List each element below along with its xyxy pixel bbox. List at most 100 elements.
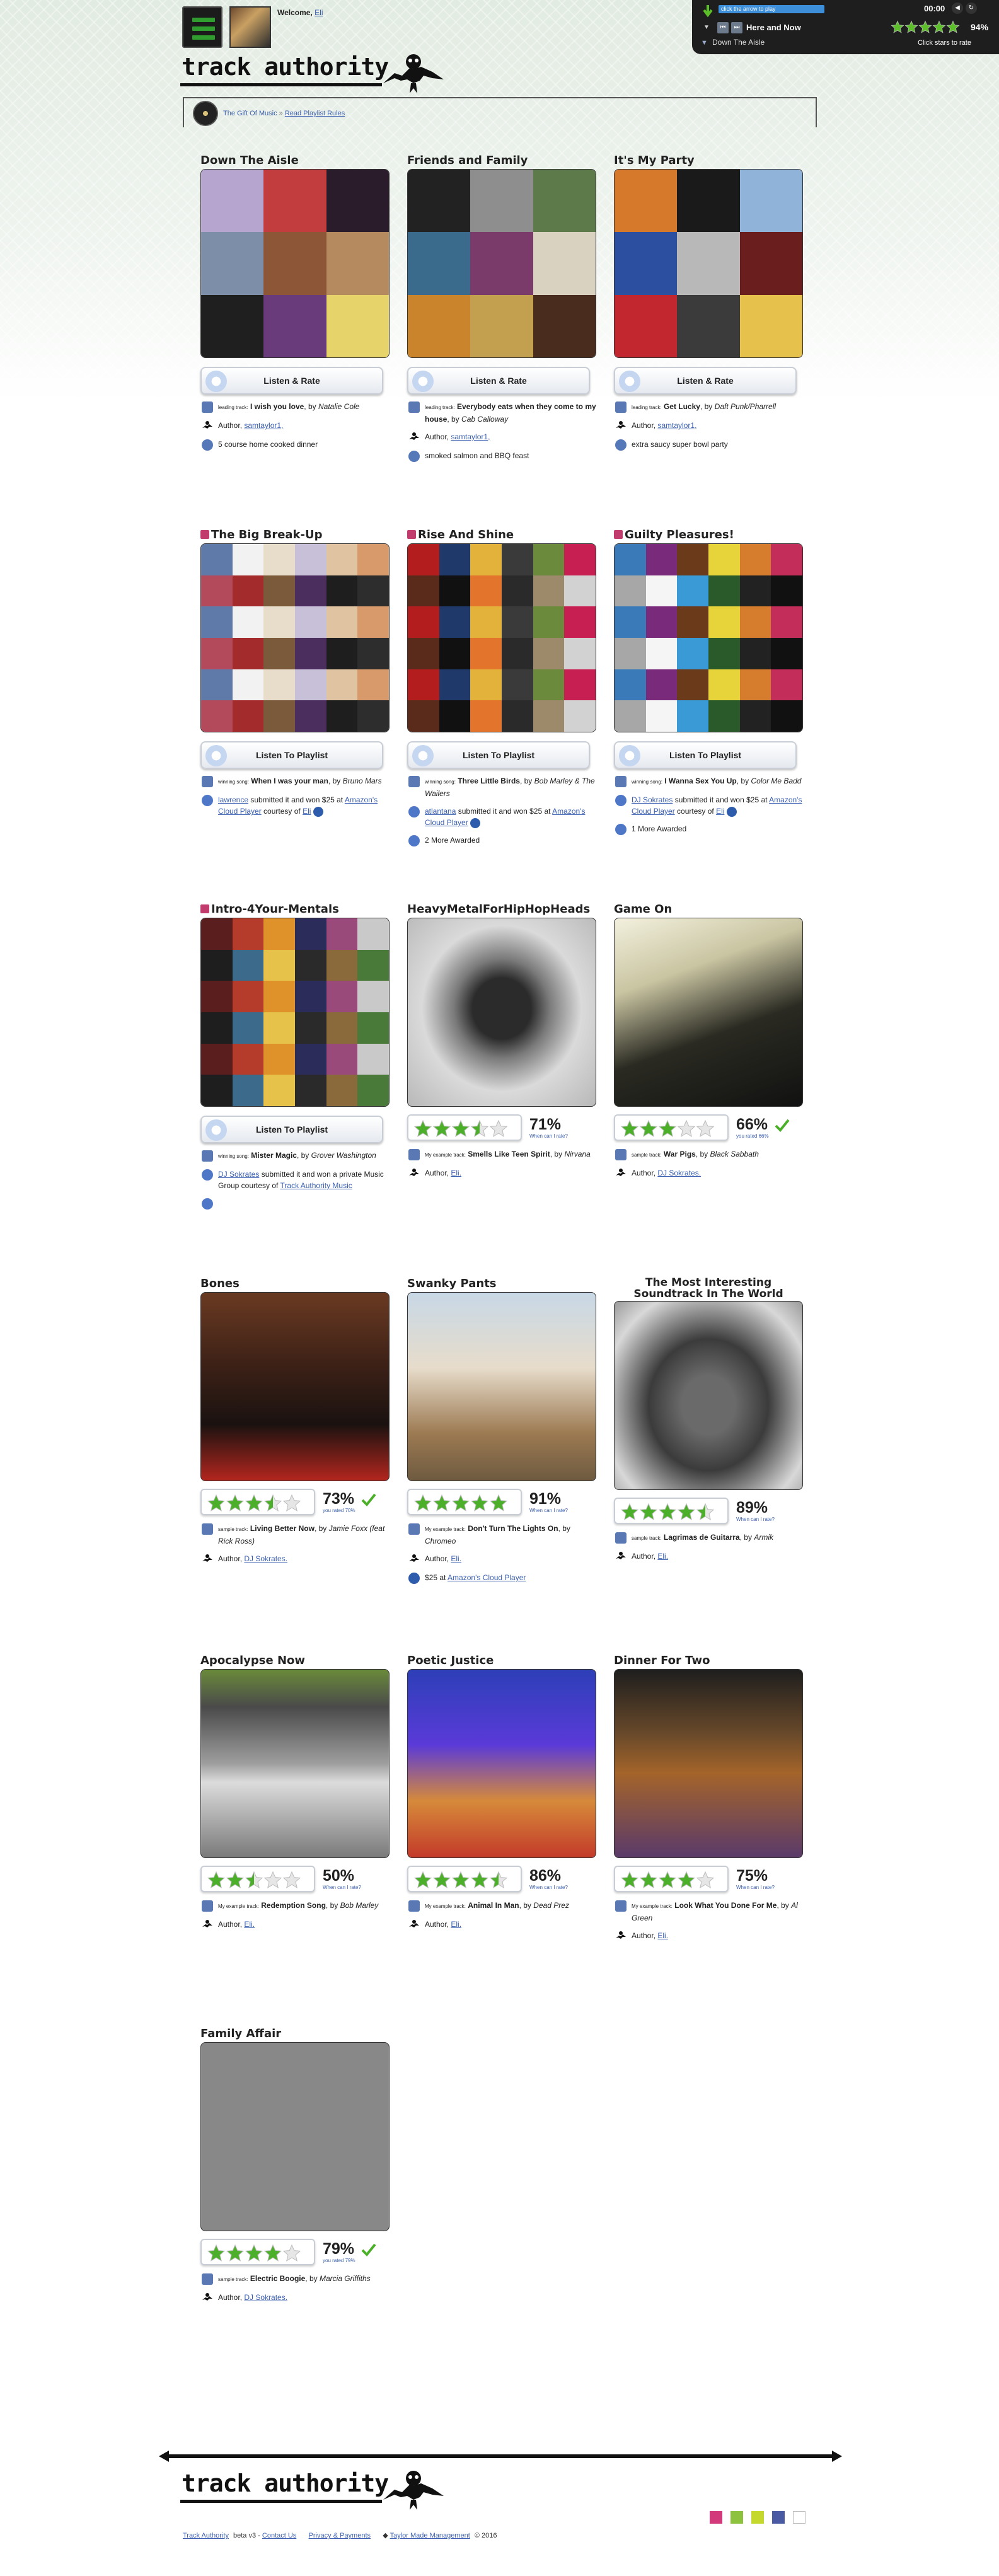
rating-star-3[interactable] [451,1494,470,1512]
sponsor-link[interactable]: Eli [716,807,724,816]
playlist-title[interactable]: Swanky Pants [407,1277,596,1292]
rating-star-1[interactable] [207,1871,226,1889]
logo[interactable]: track authority [180,50,445,95]
listen-button[interactable]: Listen To Playlist [200,1116,383,1143]
playlist-cover[interactable] [407,1669,596,1858]
player-rating-stars[interactable] [891,20,960,34]
rating-star-3[interactable] [658,1871,677,1889]
rating-star-1[interactable] [413,1494,432,1512]
playlist-cover[interactable] [200,1669,390,1858]
rating-star-3[interactable] [658,1503,677,1521]
rating-star-1[interactable] [207,1494,226,1512]
theme-swatch-2[interactable] [730,2511,743,2524]
player-star-5[interactable] [946,20,960,33]
playlist-title[interactable]: Guilty Pleasures! [614,528,803,543]
rating-subtext[interactable]: When can I rate? [529,1885,568,1890]
listen-button[interactable]: Listen To Playlist [200,741,383,769]
rating-star-2[interactable] [226,2244,245,2262]
rating-star-5[interactable] [696,1871,715,1889]
rating-subtext[interactable]: When can I rate? [736,1885,775,1890]
expand-icon[interactable]: ▼ [701,39,708,47]
user-link[interactable]: Eli [315,8,323,17]
rating-star-2[interactable] [639,1119,658,1138]
theme-swatch-3[interactable] [751,2511,764,2524]
menu-button[interactable] [182,6,222,48]
playlist-cover[interactable] [407,1292,596,1481]
playlist-cover[interactable] [200,2042,390,2231]
theme-swatch-4[interactable] [772,2511,785,2524]
listen-button[interactable]: Listen To Playlist [614,741,797,769]
rating-star-4[interactable] [677,1119,696,1138]
rating-star-4[interactable] [263,1871,282,1889]
winner-link[interactable]: DJ Sokrates [218,1170,259,1179]
privacy-link[interactable]: Privacy & Payments [309,2532,371,2539]
author-link[interactable]: DJ Sokrates. [244,2293,287,2302]
playlist-cover[interactable] [614,543,803,732]
rating-star-2[interactable] [432,1119,451,1138]
rating-star-5[interactable] [282,1871,301,1889]
rating-star-2[interactable] [432,1494,451,1512]
theme-swatch-5[interactable] [793,2511,806,2524]
listen-button[interactable]: Listen & Rate [614,367,797,395]
breadcrumb-home[interactable]: The Gift Of Music [223,110,277,117]
playlist-title[interactable]: Family Affair [200,2027,390,2042]
rating-star-5[interactable] [696,1503,715,1521]
rating-star-2[interactable] [639,1871,658,1889]
listen-button[interactable]: Listen & Rate [200,367,383,395]
rating-star-4[interactable] [263,1494,282,1512]
rating-star-4[interactable] [470,1871,489,1889]
playlist-rules-link[interactable]: Read Playlist Rules [285,110,345,117]
winner-link[interactable]: atlantana [425,807,456,816]
author-link[interactable]: samtaylor1, [451,432,490,441]
author-link[interactable]: DJ Sokrates. [657,1169,701,1177]
player-star-2[interactable] [904,20,918,33]
playlist-cover[interactable] [200,543,390,732]
avatar[interactable] [229,6,271,48]
theme-swatch-1[interactable] [710,2511,722,2524]
listen-button[interactable]: Listen & Rate [407,367,590,395]
rating-star-5[interactable] [489,1494,508,1512]
author-link[interactable]: samtaylor1, [244,421,283,430]
maker-link[interactable]: Taylor Made Management [390,2532,470,2539]
playlist-cover[interactable] [407,918,596,1107]
author-link[interactable]: Eli. [451,1554,461,1563]
rating-star-1[interactable] [413,1871,432,1889]
play-arrow-icon[interactable] [701,4,715,18]
playlist-title[interactable]: It's My Party [614,154,803,169]
winner-link[interactable]: DJ Sokrates [632,795,673,804]
rating-star-3[interactable] [451,1119,470,1138]
playlist-title[interactable]: Intro-4Your-Mentals [200,903,390,918]
down-arrow-icon[interactable]: ▼ [701,22,712,33]
footer-logo[interactable]: track authority [180,2467,445,2511]
rating-star-3[interactable] [245,1871,263,1889]
playlist-title[interactable]: HeavyMetalForHipHopHeads [407,903,596,918]
repeat-icon[interactable]: ↻ [966,3,977,14]
rating-subtext[interactable]: you rated 70% [323,1508,355,1513]
playlist-title[interactable]: The Most Interesting Soundtrack In The W… [614,1277,803,1301]
playlist-cover[interactable] [407,169,596,358]
author-link[interactable]: Eli. [657,1931,668,1940]
playlist-cover[interactable] [614,918,803,1107]
rating-star-3[interactable] [658,1119,677,1138]
rating-star-3[interactable] [245,2244,263,2262]
playlist-cover[interactable] [614,1669,803,1858]
author-link[interactable]: Eli. [451,1169,461,1177]
rating-star-1[interactable] [620,1119,639,1138]
playlist-title[interactable]: Friends and Family [407,154,596,169]
author-link[interactable]: Eli. [657,1552,668,1561]
prize-link[interactable]: Track Authority Music [280,1181,352,1190]
rating-star-4[interactable] [470,1119,489,1138]
rating-star-5[interactable] [282,2244,301,2262]
rating-star-4[interactable] [677,1503,696,1521]
rating-star-1[interactable] [620,1871,639,1889]
rating-subtext[interactable]: When can I rate? [736,1516,775,1522]
rating-star-5[interactable] [489,1119,508,1138]
playlist-title[interactable]: Apocalypse Now [200,1654,390,1669]
rating-star-3[interactable] [245,1494,263,1512]
footer-brand-link[interactable]: Track Authority [183,2532,229,2539]
rating-star-2[interactable] [639,1503,658,1521]
rating-star-4[interactable] [470,1494,489,1512]
rating-star-4[interactable] [263,2244,282,2262]
player-star-1[interactable] [891,20,904,33]
rating-subtext[interactable]: you rated 66% [736,1133,769,1139]
